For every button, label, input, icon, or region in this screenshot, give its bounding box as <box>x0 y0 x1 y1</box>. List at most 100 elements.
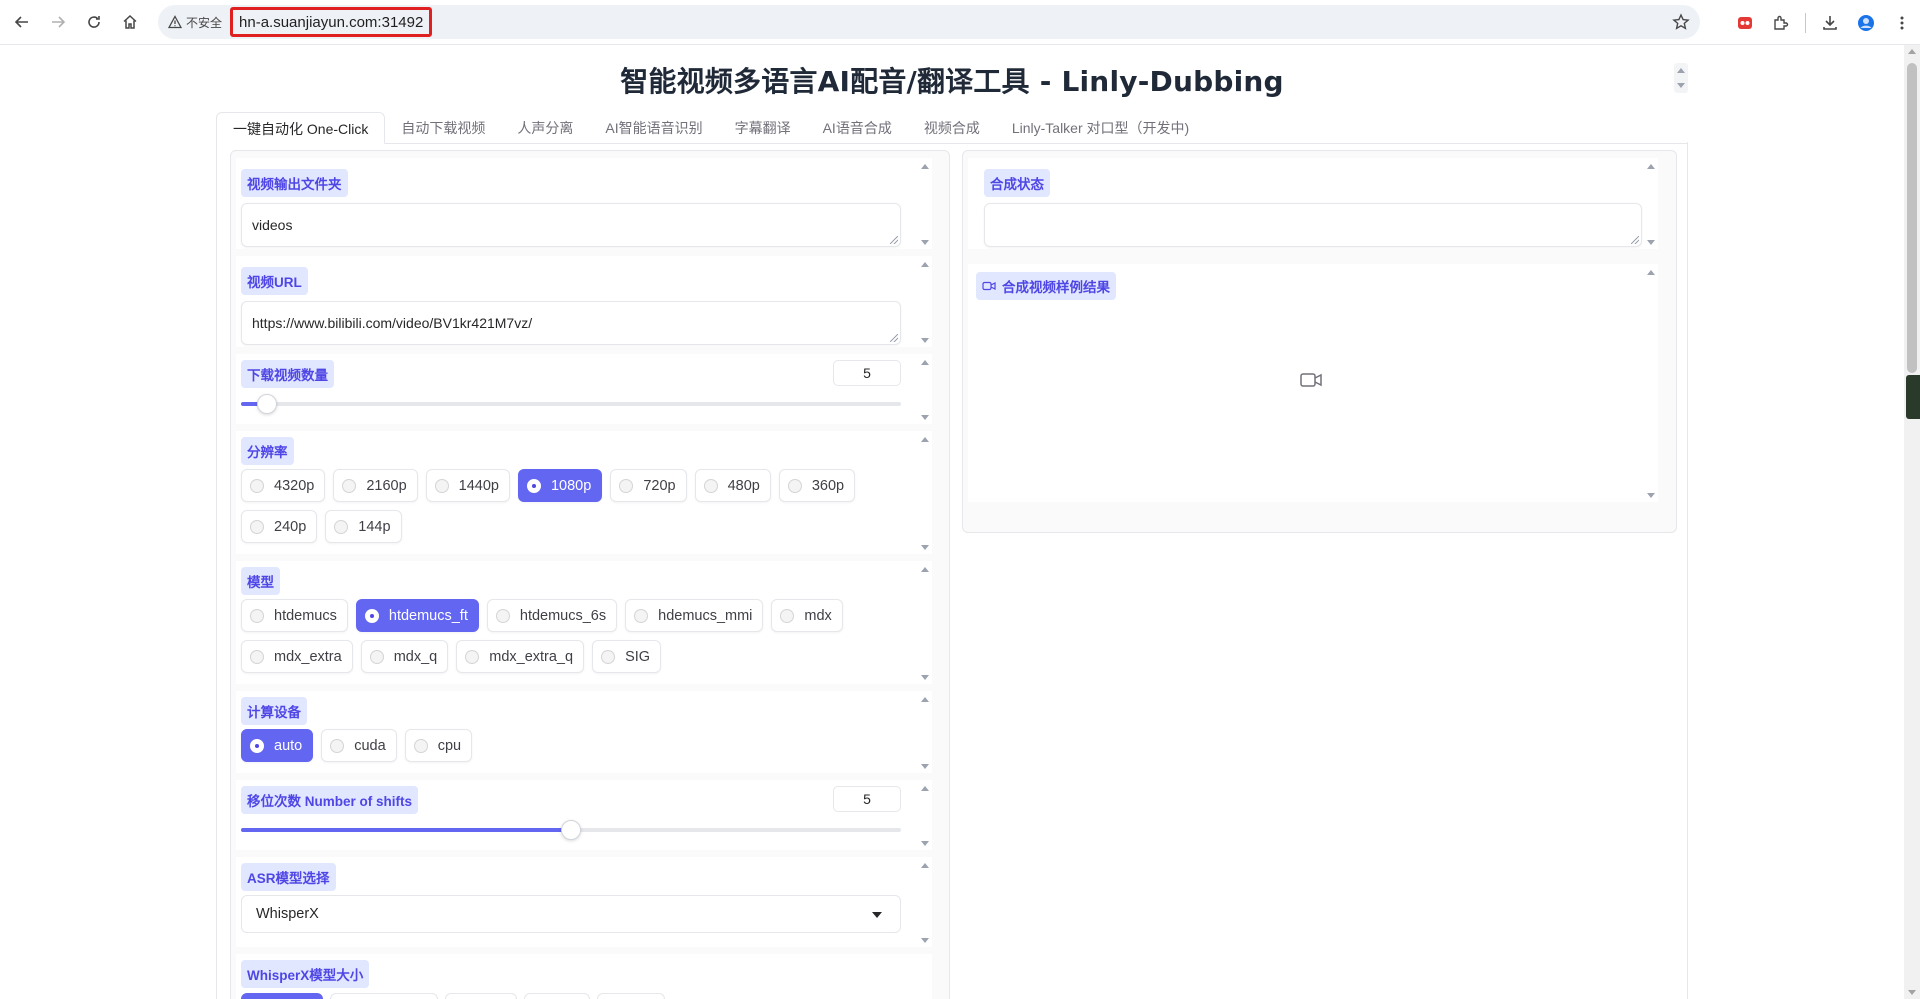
model-option[interactable]: mdx_extra_q <box>456 640 585 673</box>
extensions-puzzle-icon[interactable] <box>1763 5 1799 41</box>
block-scroll[interactable] <box>918 158 932 249</box>
toolbar-divider <box>1805 12 1806 33</box>
video-output-label-text: 合成视频样例结果 <box>1002 280 1110 295</box>
resize-grip-icon[interactable] <box>890 236 898 244</box>
extension-red-icon[interactable] <box>1727 5 1763 41</box>
resolution-option[interactable]: 720p <box>610 469 687 502</box>
device-option[interactable]: cuda <box>321 729 397 762</box>
whisperx-size-selected-option[interactable] <box>241 993 323 999</box>
radio-dot-icon <box>465 649 480 664</box>
url-text[interactable]: hn-a.suanjiayun.com:31492 <box>230 7 433 37</box>
resolution-option-label: 2160p <box>366 477 407 494</box>
radio-dot-icon <box>334 519 349 534</box>
shifts-slider[interactable] <box>241 820 901 840</box>
block-scroll[interactable] <box>918 691 932 773</box>
scrollbar-thumb[interactable] <box>1907 63 1917 373</box>
resize-grip-icon[interactable] <box>1631 236 1639 244</box>
radio-dot-icon <box>330 738 345 753</box>
block-scroll[interactable] <box>918 431 932 554</box>
status-output[interactable] <box>984 203 1642 247</box>
resolution-option-label: 144p <box>358 518 391 535</box>
resolution-option-label: 360p <box>811 477 845 494</box>
block-scroll[interactable] <box>1644 264 1658 502</box>
device-option[interactable]: auto <box>241 729 314 762</box>
block-scroll[interactable] <box>918 256 932 347</box>
bookmark-star-icon[interactable] <box>1672 13 1690 31</box>
model-option-label: htdemucs_6s <box>519 607 607 624</box>
status-block: 合成状态 <box>968 158 1658 249</box>
model-option[interactable]: htdemucs_6s <box>486 599 618 632</box>
slider-thumb[interactable] <box>257 394 278 414</box>
tab-linly-talker[interactable]: Linly-Talker 对口型（开发中) <box>996 112 1205 144</box>
model-option[interactable]: htdemucs_ft <box>355 599 479 632</box>
model-option[interactable]: mdx_q <box>360 640 449 673</box>
side-panel-tab[interactable] <box>1906 375 1920 419</box>
output-folder-input[interactable]: videos <box>241 203 901 247</box>
whisperx-size-option[interactable] <box>445 993 517 999</box>
resize-grip-icon[interactable] <box>890 334 898 342</box>
shifts-number[interactable]: 5 <box>833 786 901 812</box>
video-placeholder-icon <box>1300 373 1322 387</box>
tab-asr[interactable]: AI智能语音识别 <box>589 112 718 144</box>
resolution-option[interactable]: 360p <box>778 469 856 502</box>
download-count-block: 下载视频数量 5 <box>236 354 932 424</box>
tab-subtitle-translation[interactable]: 字幕翻译 <box>719 112 807 144</box>
model-option[interactable]: mdx_extra <box>241 640 353 673</box>
whisperx-size-option[interactable] <box>524 993 590 999</box>
block-scroll[interactable] <box>918 780 932 850</box>
model-option[interactable]: mdx <box>771 599 843 632</box>
block-scroll[interactable] <box>918 561 932 684</box>
resolution-option[interactable]: 1440p <box>425 469 510 502</box>
tab-one-click[interactable]: 一键自动化 One-Click <box>216 112 386 144</box>
slider-thumb[interactable] <box>561 820 581 840</box>
whisperx-size-option[interactable] <box>330 993 438 999</box>
block-scroll[interactable] <box>918 857 932 947</box>
title-scroll-control[interactable] <box>1674 63 1688 93</box>
block-scroll[interactable] <box>918 354 932 424</box>
asr-model-block: ASR模型选择 WhisperX <box>236 857 932 947</box>
whisperx-size-label: WhisperX模型大小 <box>241 960 370 988</box>
block-scroll[interactable] <box>1644 158 1658 249</box>
resolution-option[interactable]: 4320p <box>241 469 326 502</box>
video-url-input[interactable]: https://www.bilibili.com/video/BV1kr421M… <box>241 301 901 345</box>
model-option[interactable]: hdemucs_mmi <box>625 599 764 632</box>
tab-tts[interactable]: AI语音合成 <box>807 112 908 144</box>
browser-toolbar: 不安全 hn-a.suanjiayun.com:31492 <box>0 0 1920 45</box>
menu-kebab-icon[interactable] <box>1884 5 1920 41</box>
resolution-option[interactable]: 240p <box>241 510 318 543</box>
asr-model-select[interactable]: WhisperX <box>241 895 901 933</box>
resolution-option[interactable]: 144p <box>325 510 402 543</box>
model-option[interactable]: SIG <box>592 640 662 673</box>
device-option[interactable]: cpu <box>404 729 473 762</box>
download-count-slider[interactable] <box>241 394 901 414</box>
address-bar[interactable]: 不安全 hn-a.suanjiayun.com:31492 <box>158 5 1700 39</box>
page-scrollbar[interactable] <box>1904 45 1920 999</box>
whisperx-size-option[interactable] <box>597 993 665 999</box>
profile-avatar-icon[interactable] <box>1848 5 1884 41</box>
status-label: 合成状态 <box>984 169 1050 197</box>
model-option-label: mdx <box>804 607 832 624</box>
radio-dot-icon <box>703 478 718 493</box>
asr-model-value: WhisperX <box>256 906 319 922</box>
model-label: 模型 <box>241 567 280 595</box>
video-url-block: 视频URL https://www.bilibili.com/video/BV1… <box>236 256 932 347</box>
reload-icon[interactable] <box>76 4 112 40</box>
resolution-option[interactable]: 1080p <box>517 469 603 502</box>
download-icon[interactable] <box>1812 5 1848 41</box>
forward-icon[interactable] <box>40 4 76 40</box>
download-count-number[interactable]: 5 <box>833 360 901 386</box>
model-option[interactable]: htdemucs <box>241 599 348 632</box>
security-warning[interactable]: 不安全 <box>168 14 222 31</box>
model-block: 模型 htdemucs htdemucs_ft htdemucs_6s hdemucs… <box>236 561 932 684</box>
scroll-up-icon[interactable] <box>1908 49 1916 54</box>
resolution-option[interactable]: 480p <box>694 469 771 502</box>
back-icon[interactable] <box>4 4 40 40</box>
resolution-option[interactable]: 2160p <box>333 469 418 502</box>
scroll-down-icon[interactable] <box>1908 990 1916 995</box>
tab-auto-download[interactable]: 自动下载视频 <box>385 112 501 144</box>
home-icon[interactable] <box>112 4 148 40</box>
tab-vocal-separation[interactable]: 人声分离 <box>501 112 589 144</box>
tab-video-synthesis[interactable]: 视频合成 <box>908 112 996 144</box>
resolution-option-label: 480p <box>727 477 760 494</box>
resolution-option-label: 1440p <box>458 477 499 494</box>
